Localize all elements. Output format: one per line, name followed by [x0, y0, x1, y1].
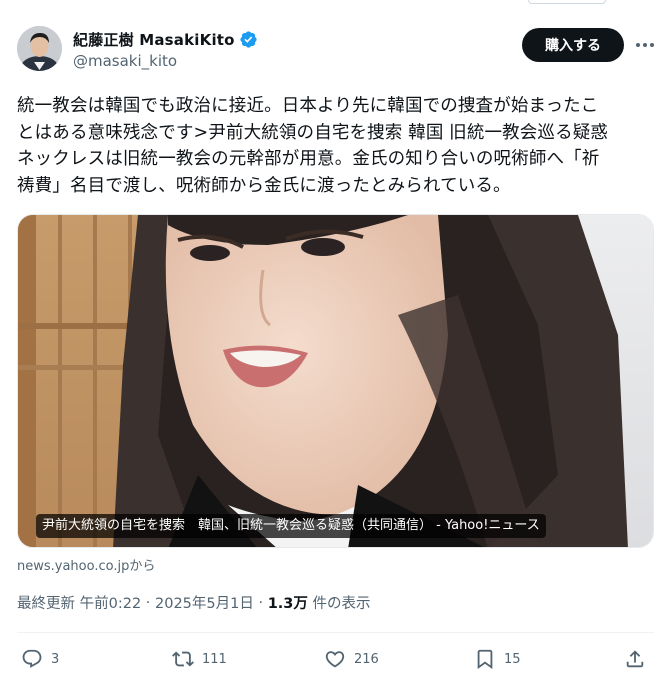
card-source[interactable]: news.yahoo.co.jpから: [17, 555, 155, 574]
author-name-row[interactable]: 紀藤正樹 MasakiKito: [73, 28, 258, 50]
more-icon[interactable]: [634, 34, 656, 56]
meta-separator: ·: [141, 594, 155, 611]
link-card[interactable]: 尹前大統領の自宅を捜索 韓国、旧統一教会巡る疑惑（共同通信） - Yahoo!ニ…: [17, 214, 654, 548]
card-caption[interactable]: 尹前大統領の自宅を捜索 韓国、旧統一教会巡る疑惑（共同通信） - Yahoo!ニ…: [36, 514, 546, 538]
repost-count: 111: [202, 651, 227, 667]
share-button[interactable]: [624, 648, 646, 670]
repost-button[interactable]: 111: [172, 648, 227, 670]
divider: [17, 632, 654, 633]
verified-badge-icon[interactable]: [239, 30, 258, 49]
author-handle[interactable]: @masaki_kito: [73, 52, 177, 70]
previous-tweet-edge: [528, 0, 606, 4]
buy-button[interactable]: 購入する: [522, 28, 624, 62]
avatar-image: [17, 26, 62, 71]
like-count: 216: [354, 651, 379, 667]
bookmark-icon: [477, 649, 493, 670]
card-photo: [18, 215, 653, 547]
reply-count: 3: [51, 651, 60, 667]
tweet-text: 統一教会は韓国でも政治に接近。日本より先に韓国での捜査が始まったこ とはある意味…: [17, 96, 609, 196]
avatar[interactable]: [17, 26, 62, 71]
views-label: 件の表示: [312, 596, 371, 612]
views-count: 1.3万: [267, 596, 308, 612]
repost-icon: [172, 651, 194, 667]
like-button[interactable]: 216: [324, 648, 379, 670]
reply-button[interactable]: 3: [21, 648, 59, 670]
action-bar: 3 111 216 15: [0, 646, 672, 676]
tweet-date[interactable]: 2025年5月1日: [155, 592, 254, 613]
bookmark-button[interactable]: 15: [474, 648, 521, 670]
tweet-meta: 最終更新 午前0:22 · 2025年5月1日 · 1.3万 件の表示: [17, 592, 370, 613]
author-display-name[interactable]: 紀藤正樹 MasakiKito: [73, 29, 235, 50]
share-icon: [626, 650, 644, 668]
like-icon: [325, 651, 345, 668]
bookmark-count: 15: [504, 651, 521, 667]
reply-icon: [22, 649, 42, 668]
tweet-time[interactable]: 最終更新 午前0:22: [17, 592, 141, 613]
meta-separator: ·: [253, 594, 268, 611]
